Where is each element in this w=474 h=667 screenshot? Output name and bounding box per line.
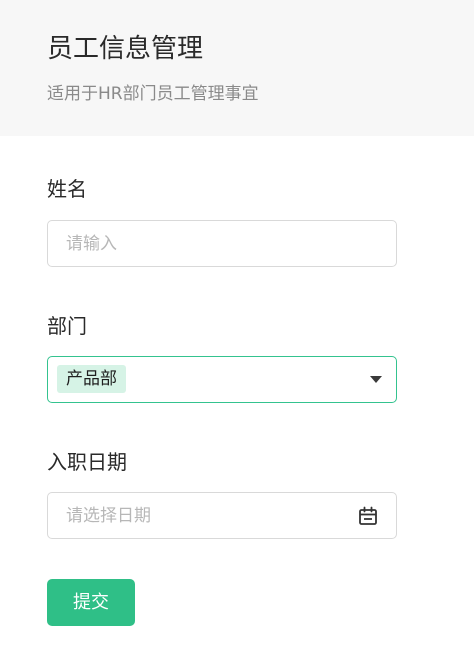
- caret-down-icon[interactable]: [370, 376, 382, 383]
- page-title: 员工信息管理: [47, 34, 204, 64]
- hire-date-field[interactable]: [47, 492, 397, 539]
- name-label: 姓名: [47, 177, 87, 201]
- calendar-icon[interactable]: [358, 506, 378, 526]
- employee-form-page: 员工信息管理 适用于HR部门员工管理事宜 姓名 部门 产品部 入职日期 提交: [0, 0, 474, 667]
- name-field[interactable]: [47, 220, 397, 267]
- hire-date-input[interactable]: [48, 493, 396, 538]
- hire-date-label: 入职日期: [47, 450, 127, 474]
- page-header: 员工信息管理 适用于HR部门员工管理事宜: [0, 0, 474, 136]
- page-subtitle: 适用于HR部门员工管理事宜: [47, 84, 259, 104]
- name-input[interactable]: [48, 221, 396, 266]
- selected-department-tag: 产品部: [57, 365, 126, 393]
- submit-button[interactable]: 提交: [47, 579, 135, 626]
- department-select[interactable]: 产品部: [47, 356, 397, 403]
- department-label: 部门: [47, 314, 87, 338]
